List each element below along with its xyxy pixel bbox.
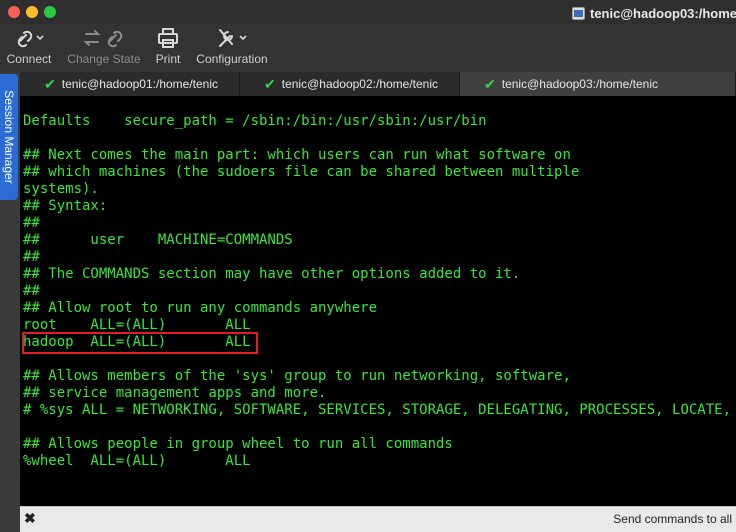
terminal-line: # %sys ALL = NETWORKING, SOFTWARE, SERVI… [23,402,736,418]
close-icon[interactable]: ✖ [24,510,36,527]
checkmark-icon: ✔ [484,75,496,92]
toolbar: Connect Change State Print Configuration [0,24,736,72]
title-bar: tenic@hadoop03:/home [0,0,736,24]
terminal-line: ## The COMMANDS section may have other o… [23,266,521,282]
window-title-text: tenic@hadoop03:/home [590,5,736,21]
terminal-line: systems). [23,181,99,197]
terminal-line: ## [23,283,40,299]
window-title: tenic@hadoop03:/home [572,4,736,22]
highlight-annotation-box [22,332,258,354]
connect-button[interactable]: Connect [6,26,52,70]
tab-hadoop02[interactable]: ✔ tenic@hadoop02:/home/tenic [240,72,460,96]
send-commands-to-all-label[interactable]: Send commands to all [613,512,732,526]
left-strip [0,200,20,532]
session-manager-label: Session Manager [2,90,16,184]
session-manager-tab[interactable]: Session Manager [0,74,18,200]
terminal-line: ## which machines (the sudoers file can … [23,164,580,180]
tab-label: tenic@hadoop02:/home/tenic [281,77,439,91]
tab-bar: ✔ tenic@hadoop01:/home/tenic ✔ tenic@had… [20,72,736,96]
connect-label: Connect [6,52,52,66]
terminal-line: ## Allows people in group wheel to run a… [23,436,453,452]
print-label: Print [155,52,181,66]
terminal-line: ## Next comes the main part: which users… [23,147,571,163]
terminal-line: ## Syntax: [23,198,108,214]
close-window-button[interactable] [8,6,20,18]
terminal-line: %wheel ALL=(ALL) ALL [23,453,251,469]
terminal-line: ## [23,249,40,265]
terminal-icon [572,6,585,20]
tab-hadoop01[interactable]: ✔ tenic@hadoop01:/home/tenic [20,72,240,96]
terminal-line: ## [23,215,40,231]
terminal-line: ## user MACHINE=COMMANDS [23,232,293,248]
tab-hadoop03[interactable]: ✔ tenic@hadoop03:/home/tenic [460,72,736,96]
configuration-button[interactable]: Configuration [194,26,270,70]
checkmark-icon: ✔ [44,75,56,92]
terminal-line: ## Allows members of the 'sys' group to … [23,368,571,384]
minimize-window-button[interactable] [26,6,38,18]
checkmark-icon: ✔ [264,75,276,92]
terminal-line: ## service management apps and more. [23,385,327,401]
change-state-icon [83,30,123,48]
terminal-line: ## Allow root to run any commands anywhe… [23,300,378,316]
zoom-window-button[interactable] [44,6,56,18]
configuration-label: Configuration [196,52,268,66]
terminal-line: Defaults secure_path = /sbin:/bin:/usr/s… [23,113,487,129]
bottom-bar: ✖ Send commands to all [20,506,736,532]
change-state-button[interactable]: Change State [66,26,142,70]
tab-label: tenic@hadoop01:/home/tenic [61,77,219,91]
tools-icon [219,29,247,47]
printer-icon [158,28,178,48]
link-icon [17,30,44,48]
tab-label: tenic@hadoop03:/home/tenic [501,77,659,91]
terminal[interactable]: Defaults secure_path = /sbin:/bin:/usr/s… [20,96,736,506]
change-state-label: Change State [67,52,141,66]
print-button[interactable]: Print [152,26,184,70]
